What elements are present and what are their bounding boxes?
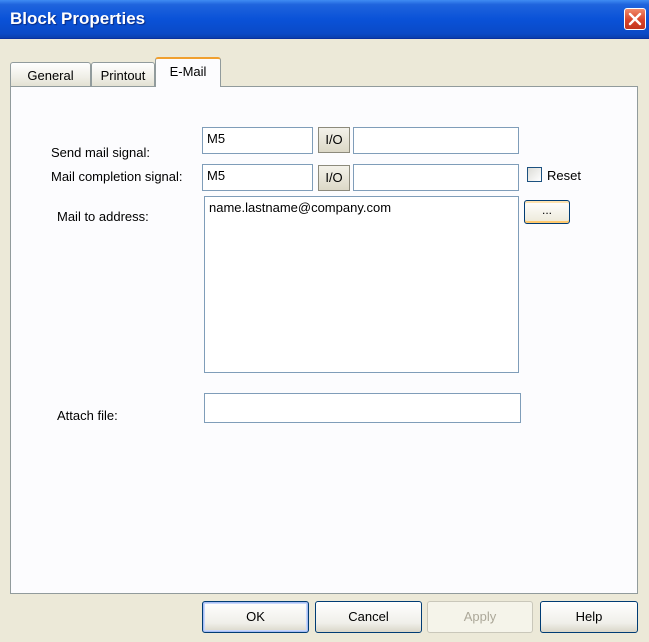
- mail-completion-signal-extra[interactable]: [353, 164, 519, 191]
- mail-to-address-label: Mail to address:: [57, 209, 149, 224]
- title-bar: Block Properties: [0, 0, 649, 39]
- mail-completion-signal-label: Mail completion signal:: [51, 169, 183, 184]
- mail-completion-io-button[interactable]: I/O: [318, 165, 350, 191]
- send-mail-signal-extra[interactable]: [353, 127, 519, 154]
- reset-checkbox[interactable]: [527, 167, 542, 182]
- tab-general[interactable]: General: [10, 62, 91, 86]
- send-mail-signal-label: Send mail signal:: [51, 145, 150, 160]
- close-button[interactable]: [624, 8, 646, 30]
- tab-general-label: General: [27, 68, 74, 83]
- tab-printout-label: Printout: [100, 68, 146, 83]
- mail-to-address-input[interactable]: name.lastname@company.com: [204, 196, 519, 373]
- cancel-button[interactable]: Cancel: [315, 601, 422, 633]
- ok-button[interactable]: OK: [202, 601, 309, 633]
- attach-file-input[interactable]: [204, 393, 521, 423]
- mail-completion-signal-input[interactable]: M5: [202, 164, 313, 191]
- window-title: Block Properties: [10, 9, 146, 28]
- send-mail-io-button[interactable]: I/O: [318, 127, 350, 153]
- attach-file-label: Attach file:: [57, 408, 118, 423]
- apply-button[interactable]: Apply: [427, 601, 533, 633]
- reset-label: Reset: [547, 168, 581, 183]
- help-button[interactable]: Help: [540, 601, 638, 633]
- tab-email-label: E-Mail: [169, 64, 207, 79]
- send-mail-signal-input[interactable]: M5: [202, 127, 313, 154]
- tab-printout[interactable]: Printout: [91, 62, 155, 86]
- browse-address-button[interactable]: ...: [524, 200, 570, 224]
- tab-email[interactable]: E-Mail: [155, 57, 221, 87]
- close-icon: [628, 12, 642, 26]
